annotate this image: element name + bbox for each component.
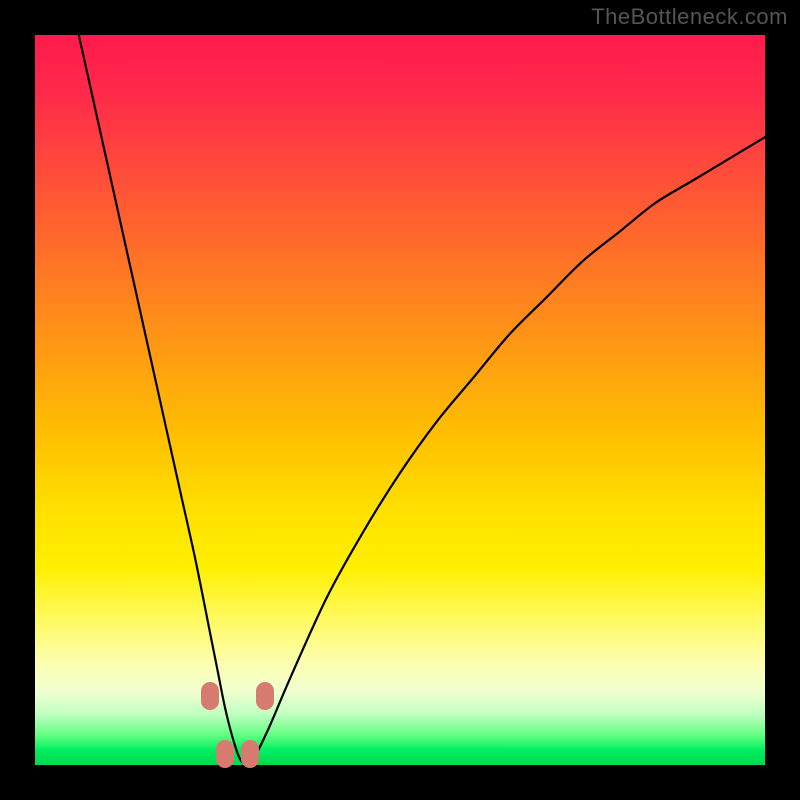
data-marker: [241, 740, 259, 768]
data-marker: [201, 682, 219, 710]
chart-plot-area: [35, 35, 765, 765]
data-marker: [216, 740, 234, 768]
data-marker: [256, 682, 274, 710]
watermark-text: TheBottleneck.com: [591, 4, 788, 30]
marker-layer: [35, 35, 765, 765]
